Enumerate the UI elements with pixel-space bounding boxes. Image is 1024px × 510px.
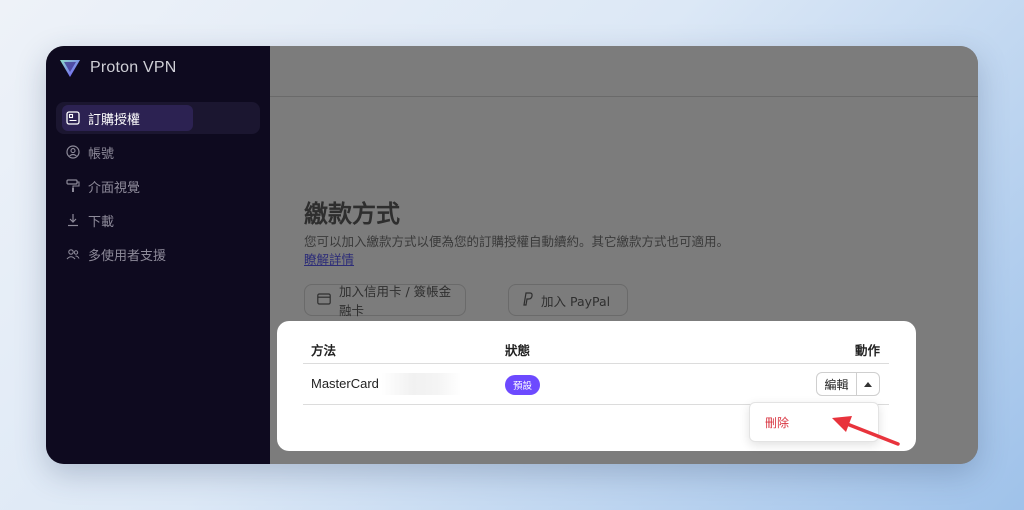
column-header-actions: 動作: [855, 343, 881, 358]
sidebar-item-subscription[interactable]: 訂購授權: [56, 102, 260, 134]
add-card-label: 加入信用卡 / 簽帳金融卡: [339, 284, 452, 318]
sidebar-item-download[interactable]: 下載: [56, 204, 260, 236]
sidebar-item-appearance[interactable]: 介面視覺: [56, 170, 260, 202]
sidebar-item-label: 多使用者支援: [88, 248, 167, 264]
delete-menu-item[interactable]: 刪除: [765, 414, 789, 431]
credit-card-icon: [317, 292, 331, 308]
column-header-status: 狀態: [505, 343, 531, 358]
sidebar-item-label: 介面視覺: [88, 180, 141, 196]
sidebar-item-label: 下載: [88, 214, 115, 230]
header-divider: [303, 363, 889, 364]
learn-more-link[interactable]: 瞭解詳情: [304, 249, 354, 268]
redacted-card-number: [381, 373, 461, 395]
sidebar: Proton VPN 訂購授權 帳號 介面視覺 下載 多使用者支援: [46, 46, 270, 464]
brand: Proton VPN: [58, 56, 176, 80]
default-status-badge: 預設: [505, 375, 541, 395]
add-paypal-button[interactable]: 加入 PayPal: [508, 284, 628, 316]
sidebar-item-multi-user[interactable]: 多使用者支援: [56, 238, 260, 270]
paypal-icon: [521, 291, 533, 309]
sidebar-item-label: 訂購授權: [88, 112, 141, 128]
row-actions: 編輯: [816, 372, 880, 396]
sidebar-item-account[interactable]: 帳號: [56, 136, 260, 168]
annotation-arrow-icon: [832, 416, 900, 446]
payment-description: 您可以加入繳款方式以便為您的訂購授權自動續約。其它繳款方式也可適用。: [304, 234, 730, 249]
sidebar-nav: 訂購授權 帳號 介面視覺 下載 多使用者支援: [56, 102, 260, 272]
add-card-button[interactable]: 加入信用卡 / 簽帳金融卡: [304, 284, 466, 318]
actions-dropdown-toggle[interactable]: [857, 373, 879, 395]
download-icon: [66, 213, 80, 227]
edit-button[interactable]: 編輯: [817, 373, 857, 395]
account-icon: [66, 145, 80, 159]
column-header-method: 方法: [311, 343, 337, 358]
subscription-icon: [66, 111, 80, 125]
paint-roller-icon: [66, 179, 80, 193]
payment-method-name: MasterCard: [311, 376, 379, 391]
sidebar-item-label: 帳號: [88, 146, 115, 162]
proton-vpn-logo-icon: [60, 60, 80, 77]
header-divider: [270, 96, 978, 97]
page-title: 繳款方式: [304, 200, 400, 228]
app-name: Proton VPN: [90, 59, 177, 76]
add-paypal-label: 加入 PayPal: [541, 293, 611, 309]
users-icon: [66, 247, 80, 261]
caret-up-icon: [864, 382, 872, 387]
